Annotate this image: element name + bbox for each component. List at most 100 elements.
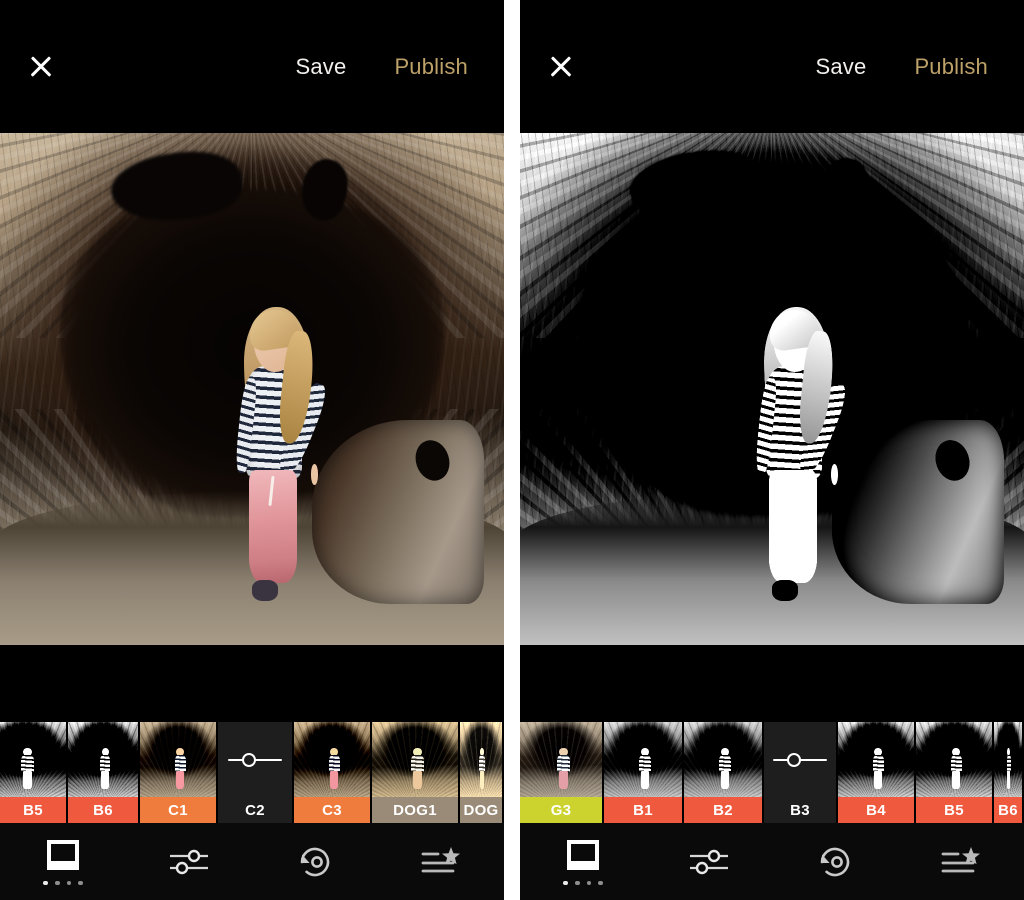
page-dots [43, 881, 82, 886]
filter-tile-c1[interactable]: C1 [140, 722, 218, 823]
toolbar-button-revert[interactable] [252, 823, 378, 900]
filter-thumbnail-preview [0, 722, 66, 797]
right-header: Save Publish [520, 0, 1024, 133]
right-filter-strip[interactable]: G3B1B2B3B4B5B6 [520, 722, 1024, 823]
thumb-subject [1006, 748, 1011, 790]
filter-thumb [372, 722, 458, 797]
save-button[interactable]: Save [811, 48, 870, 86]
sliders-icon-svg [167, 845, 211, 879]
left-photo-gap [0, 645, 504, 722]
filter-label: B5 [0, 797, 66, 823]
revert-icon [816, 843, 854, 881]
filter-thumbnail-preview [838, 722, 914, 797]
thumb-pants [952, 771, 960, 789]
sliders-icon [687, 845, 731, 879]
thumb-subject [871, 748, 885, 790]
filter-tile-b6[interactable]: B6 [994, 722, 1024, 823]
page-dot [55, 881, 60, 886]
filter-thumbnail-preview [520, 722, 602, 797]
shoes [772, 580, 798, 601]
filter-tile-b1[interactable]: B1 [604, 722, 684, 823]
toolbar-button-sliders[interactable] [646, 823, 772, 900]
toolbar-button-frame[interactable] [0, 823, 126, 900]
thumb-shirt [951, 755, 962, 772]
close-icon[interactable] [26, 52, 56, 82]
filter-thumb [460, 722, 502, 797]
filter-label: B6 [68, 797, 138, 823]
thumb-pants [101, 771, 108, 789]
filter-tile-b5[interactable]: B5 [916, 722, 994, 823]
page-dot [43, 881, 48, 886]
filter-thumbnail-preview [140, 722, 216, 797]
toolbar-button-revert[interactable] [772, 823, 898, 900]
thumb-pants [721, 771, 729, 789]
revert-icon-svg [296, 843, 334, 881]
toolbar-button-list-star[interactable] [898, 823, 1024, 900]
thumb-subject [478, 748, 486, 790]
filter-tile-b6[interactable]: B6 [68, 722, 140, 823]
toolbar-button-list-star[interactable] [378, 823, 504, 900]
revert-icon-svg [816, 843, 854, 881]
frame-icon-svg [563, 838, 603, 874]
close-icon[interactable] [546, 52, 576, 82]
thumb-subject [949, 748, 963, 790]
thumb-shirt [411, 755, 424, 772]
subject-girl [232, 307, 318, 604]
filter-tile-dog1[interactable]: DOG1 [372, 722, 460, 823]
filter-tile-g3[interactable]: G3 [520, 722, 604, 823]
toolbar-button-sliders[interactable] [126, 823, 252, 900]
filter-tile-dog[interactable]: DOG [460, 722, 504, 823]
slider-adjust-icon[interactable] [228, 753, 282, 767]
filter-tile-c2[interactable]: C2 [218, 722, 294, 823]
thumb-shirt [21, 755, 33, 772]
left-photo-canvas[interactable] [0, 133, 504, 645]
thumb-subject [638, 748, 652, 790]
publish-button[interactable]: Publish [910, 48, 992, 86]
list-star-icon-svg [420, 845, 462, 879]
filter-label: B6 [994, 797, 1022, 823]
photo-preview-bw [520, 133, 1024, 645]
filter-label: B1 [604, 797, 682, 823]
slider-adjust-icon[interactable] [773, 753, 827, 767]
filter-label: B3 [764, 797, 836, 823]
sliders-icon [167, 845, 211, 879]
thumb-pants [480, 771, 484, 789]
revert-icon [296, 843, 334, 881]
slider-knob[interactable] [787, 753, 801, 767]
filter-label: B4 [838, 797, 914, 823]
filter-tile-b5[interactable]: B5 [0, 722, 68, 823]
filter-label: C1 [140, 797, 216, 823]
right-photo-canvas[interactable] [520, 133, 1024, 645]
thumb-pants [330, 771, 338, 789]
save-button[interactable]: Save [291, 48, 350, 86]
thumb-subject [556, 748, 571, 790]
toolbar-button-frame[interactable] [520, 823, 646, 900]
thumb-subject [173, 748, 187, 790]
shoes [252, 580, 278, 601]
filter-thumb [68, 722, 138, 797]
filter-tile-b2[interactable]: B2 [684, 722, 764, 823]
photo-preview-color [0, 133, 504, 645]
slider-knob[interactable] [242, 753, 256, 767]
filter-thumbnail-preview [372, 722, 458, 797]
filter-tile-b4[interactable]: B4 [838, 722, 916, 823]
thumb-pants [413, 771, 422, 789]
publish-button[interactable]: Publish [390, 48, 472, 86]
stump-ridge [312, 420, 483, 604]
right-hand [831, 464, 839, 485]
thumb-pants [874, 771, 882, 789]
filter-label: DOG [460, 797, 502, 823]
filter-thumb [520, 722, 602, 797]
filter-thumb [604, 722, 682, 797]
filter-thumbnail-preview [460, 722, 502, 797]
thumb-shirt [639, 755, 651, 772]
left-filter-strip[interactable]: B5B6C1C2C3DOG1DOG [0, 722, 504, 823]
panel-divider [504, 0, 520, 900]
filter-tile-b3[interactable]: B3 [764, 722, 838, 823]
thumb-shirt [1007, 755, 1011, 772]
page-dots [563, 881, 602, 886]
right-photo-gap [520, 645, 1024, 722]
thumb-shirt [719, 755, 731, 772]
filter-tile-c3[interactable]: C3 [294, 722, 372, 823]
thumb-subject [718, 748, 732, 790]
